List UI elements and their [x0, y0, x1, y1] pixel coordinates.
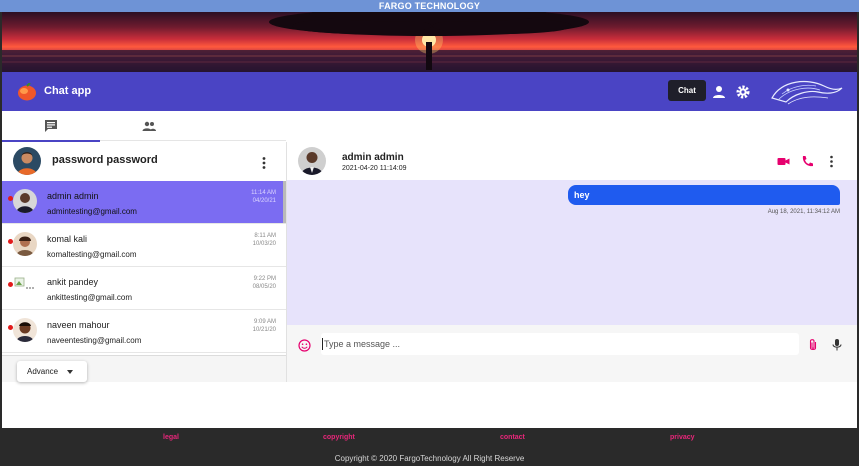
page-footer: legal copyright contact privacy Copyrigh…: [2, 428, 857, 466]
contact-email: admintesting@gmail.com: [47, 207, 137, 216]
contact-time: 9:09 AM: [253, 319, 276, 325]
contact-item-ankit-pandey[interactable]: ankit pandey ankittesting@gmail.com 9:22…: [2, 267, 286, 310]
microphone-icon[interactable]: [831, 338, 843, 352]
avatar: [13, 232, 37, 256]
chat-contact-name: admin admin: [342, 152, 404, 163]
app-logo-icon: [18, 83, 36, 101]
person-icon[interactable]: [711, 84, 727, 100]
outgoing-message-bubble: hey: [568, 185, 840, 205]
text-cursor: [322, 338, 323, 350]
broken-image-icon: [13, 275, 37, 299]
footer-link-contact[interactable]: contact: [500, 434, 525, 441]
more-vert-icon[interactable]: [257, 156, 271, 170]
panel-tabs: [2, 111, 286, 142]
app-title: Chat app: [44, 85, 92, 97]
sunset-tree-image: [2, 12, 857, 72]
message-input[interactable]: [321, 333, 799, 355]
contact-email: naveentesting@gmail.com: [47, 336, 142, 345]
caret-down-icon: [67, 370, 73, 374]
contact-name: ankit pandey: [47, 277, 99, 287]
avatar: [13, 318, 37, 342]
contact-date: 10/03/20: [252, 241, 276, 247]
footer-link-legal[interactable]: legal: [163, 434, 179, 441]
page: FARGO TECHNOLOGY Chat app Chat password …: [0, 0, 859, 466]
message-composer: [287, 325, 858, 382]
left-panel-footer: Advance: [2, 355, 286, 382]
current-user-profile: password password: [2, 144, 286, 182]
attachment-icon[interactable]: [807, 338, 819, 352]
copyright-text: Copyright © 2020 FargoTechnology All Rig…: [334, 454, 525, 463]
contact-name: admin admin: [47, 191, 99, 201]
people-icon: [142, 121, 156, 131]
chat-header: admin admin 2021-04-20 11:14:09: [287, 142, 858, 180]
message-area: hey Aug 18, 2021, 11:34:12 AM: [287, 180, 858, 325]
contact-date: 08/05/20: [252, 284, 276, 290]
phone-icon[interactable]: [801, 155, 814, 168]
footer-link-privacy[interactable]: privacy: [670, 434, 695, 441]
contact-date: 04/20/21: [252, 198, 276, 204]
avatar[interactable]: [298, 147, 326, 175]
contact-time: 9:22 PM: [253, 276, 276, 282]
contact-name: naveen mahour: [47, 320, 110, 330]
contact-timestamp: 8:11 AM 10/03/20: [253, 232, 276, 248]
window-frame-left: [0, 12, 2, 466]
avatar: [13, 189, 37, 213]
app-bar: Chat app Chat: [2, 72, 857, 111]
emoji-icon[interactable]: [298, 339, 311, 352]
brand-logo-icon: [771, 80, 843, 105]
more-vert-icon[interactable]: [825, 155, 838, 168]
contact-time: 11:14 AM: [251, 190, 276, 196]
contact-item-naveen-mahour[interactable]: naveen mahour naveentesting@gmail.com 9:…: [2, 310, 286, 353]
footer-link-copyright[interactable]: copyright: [323, 434, 355, 441]
gear-icon[interactable]: [735, 84, 751, 100]
brand-strip: FARGO TECHNOLOGY: [0, 0, 859, 12]
chat-icon: [45, 120, 57, 132]
contact-date: 10/21/20: [252, 327, 276, 333]
chat-button[interactable]: Chat: [668, 80, 706, 101]
banner-image: [2, 12, 857, 72]
avatar[interactable]: [13, 147, 41, 175]
message-timestamp: Aug 18, 2021, 11:34:12 AM: [767, 209, 840, 215]
contact-item-komal-kali[interactable]: komal kali komaltesting@gmail.com 8:11 A…: [2, 224, 286, 267]
contact-name: komal kali: [47, 234, 88, 244]
tab-contacts[interactable]: [100, 111, 198, 141]
contact-email: ankittesting@gmail.com: [47, 293, 133, 302]
advance-button[interactable]: Advance: [17, 361, 87, 382]
current-user-name: password password: [52, 154, 158, 166]
contact-timestamp: 9:09 AM 10/21/20: [253, 318, 276, 334]
contact-timestamp: 11:14 AM 04/20/21: [251, 189, 276, 205]
contact-item-admin-admin[interactable]: admin admin admintesting@gmail.com 11:14…: [2, 181, 286, 224]
video-call-icon[interactable]: [777, 155, 790, 168]
contact-time: 8:11 AM: [254, 233, 276, 239]
advance-button-label: Advance: [27, 367, 59, 376]
contact-email: komaltesting@gmail.com: [47, 250, 137, 259]
chat-panel: admin admin 2021-04-20 11:14:09 hey Aug …: [286, 142, 858, 382]
tab-chats[interactable]: [2, 111, 100, 142]
chat-last-seen: 2021-04-20 11:14:09: [342, 165, 407, 172]
contact-list: admin admin admintesting@gmail.com 11:14…: [2, 181, 286, 355]
conversation-panel: password password admin admin admintesti…: [2, 111, 286, 382]
contact-timestamp: 9:22 PM 08/05/20: [253, 275, 276, 291]
